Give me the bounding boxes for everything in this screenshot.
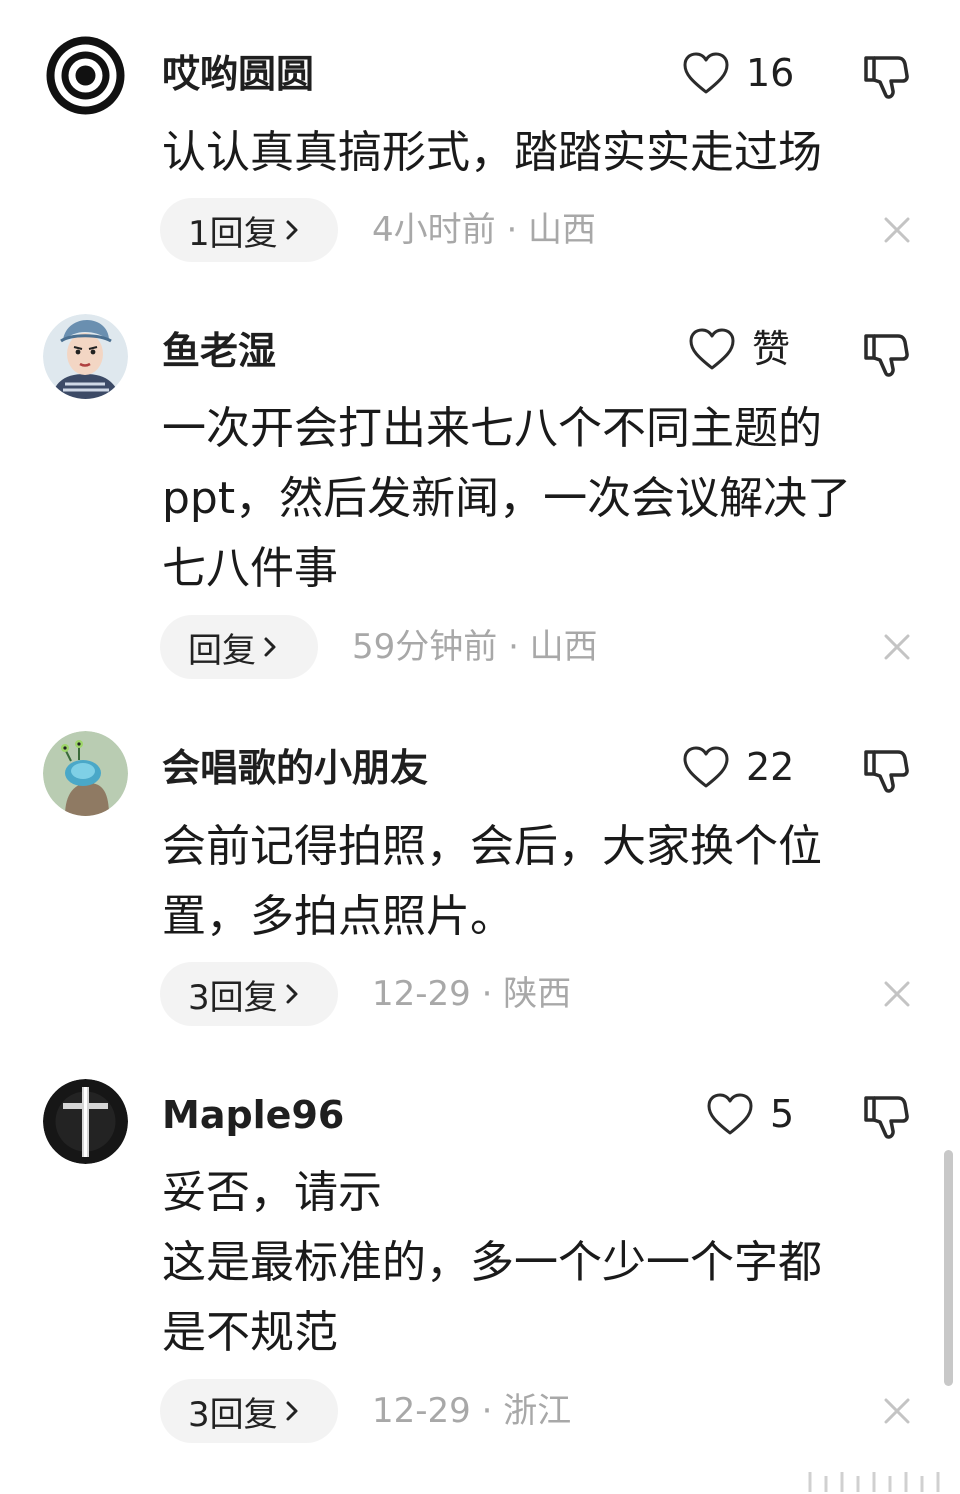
dislike-button[interactable] [862, 52, 910, 100]
like-count: 赞 [752, 327, 791, 371]
like-button[interactable]: 16 [682, 48, 794, 98]
chevron-right-icon [286, 220, 298, 240]
comment-meta: 12-29 · 浙江 [372, 1391, 572, 1431]
thumbs-down-icon [864, 56, 909, 99]
chevron-right-icon [286, 984, 298, 1004]
like-count: 16 [746, 51, 795, 95]
username[interactable]: 鱼老湿 [162, 332, 276, 370]
alien-snail-avatar [43, 731, 128, 816]
heart-icon [707, 1093, 753, 1135]
close-icon [884, 1398, 910, 1424]
close-button[interactable] [882, 979, 912, 1009]
reply-button[interactable]: 3回复 [160, 1379, 338, 1443]
reply-button[interactable]: 1回复 [160, 198, 338, 262]
like-button[interactable]: 赞 [688, 324, 790, 374]
username[interactable]: Maple96 [162, 1096, 344, 1134]
avatar[interactable] [43, 1079, 128, 1164]
cartoon-character-avatar [43, 314, 128, 399]
comment-text: 一次开会打出来七八个不同主题的 ppt，然后发新闻，一次会议解决了 七八件事 [162, 403, 852, 594]
dark-cross-avatar [43, 1079, 128, 1164]
close-icon [884, 981, 910, 1007]
comment-meta: 4小时前 · 山西 [372, 210, 597, 250]
avatar[interactable] [43, 314, 128, 399]
like-count: 5 [770, 1092, 795, 1136]
dislike-button[interactable] [862, 1092, 910, 1140]
reply-button[interactable]: 3回复 [160, 962, 338, 1026]
dislike-button[interactable] [862, 330, 910, 378]
heart-icon [689, 328, 735, 370]
like-button[interactable]: 5 [706, 1089, 794, 1139]
reply-label: 1回复 [188, 213, 278, 254]
heart-icon [683, 746, 729, 788]
close-button[interactable] [882, 632, 912, 662]
comment-text: 认认真真搞形式，踏踏实实走过场 [162, 127, 822, 178]
close-icon [884, 217, 910, 243]
like-button[interactable]: 22 [682, 742, 794, 792]
watermark-lines [808, 1472, 940, 1492]
username[interactable]: 会唱歌的小朋友 [162, 749, 428, 787]
reply-label: 回复 [188, 630, 256, 671]
avatar[interactable] [43, 33, 128, 118]
comment-text: 会前记得拍照，会后，大家换个位 置，多拍点照片。 [162, 821, 822, 942]
chevron-right-icon [264, 637, 276, 657]
thumbs-down-icon [864, 750, 909, 793]
dislike-button[interactable] [862, 746, 910, 794]
reply-button[interactable]: 回复 [160, 615, 318, 679]
comment-meta: 59分钟前 · 山西 [352, 627, 598, 667]
comment-meta: 12-29 · 陕西 [372, 974, 572, 1014]
close-button[interactable] [882, 215, 912, 245]
reply-label: 3回复 [188, 1394, 278, 1435]
avatar[interactable] [43, 731, 128, 816]
comment-text: 妥否，请示 这是最标准的，多一个少一个字都 是不规范 [162, 1167, 822, 1358]
like-count: 22 [746, 745, 795, 789]
thumbs-down-icon [864, 1096, 909, 1139]
concentric-circles-avatar [43, 33, 128, 118]
reply-label: 3回复 [188, 977, 278, 1018]
close-icon [884, 634, 910, 660]
username[interactable]: 哎哟圆圆 [162, 55, 314, 93]
chevron-right-icon [286, 1401, 298, 1421]
heart-icon [683, 52, 729, 94]
scrollbar[interactable] [944, 1150, 953, 1386]
thumbs-down-icon [864, 334, 909, 377]
close-button[interactable] [882, 1396, 912, 1426]
